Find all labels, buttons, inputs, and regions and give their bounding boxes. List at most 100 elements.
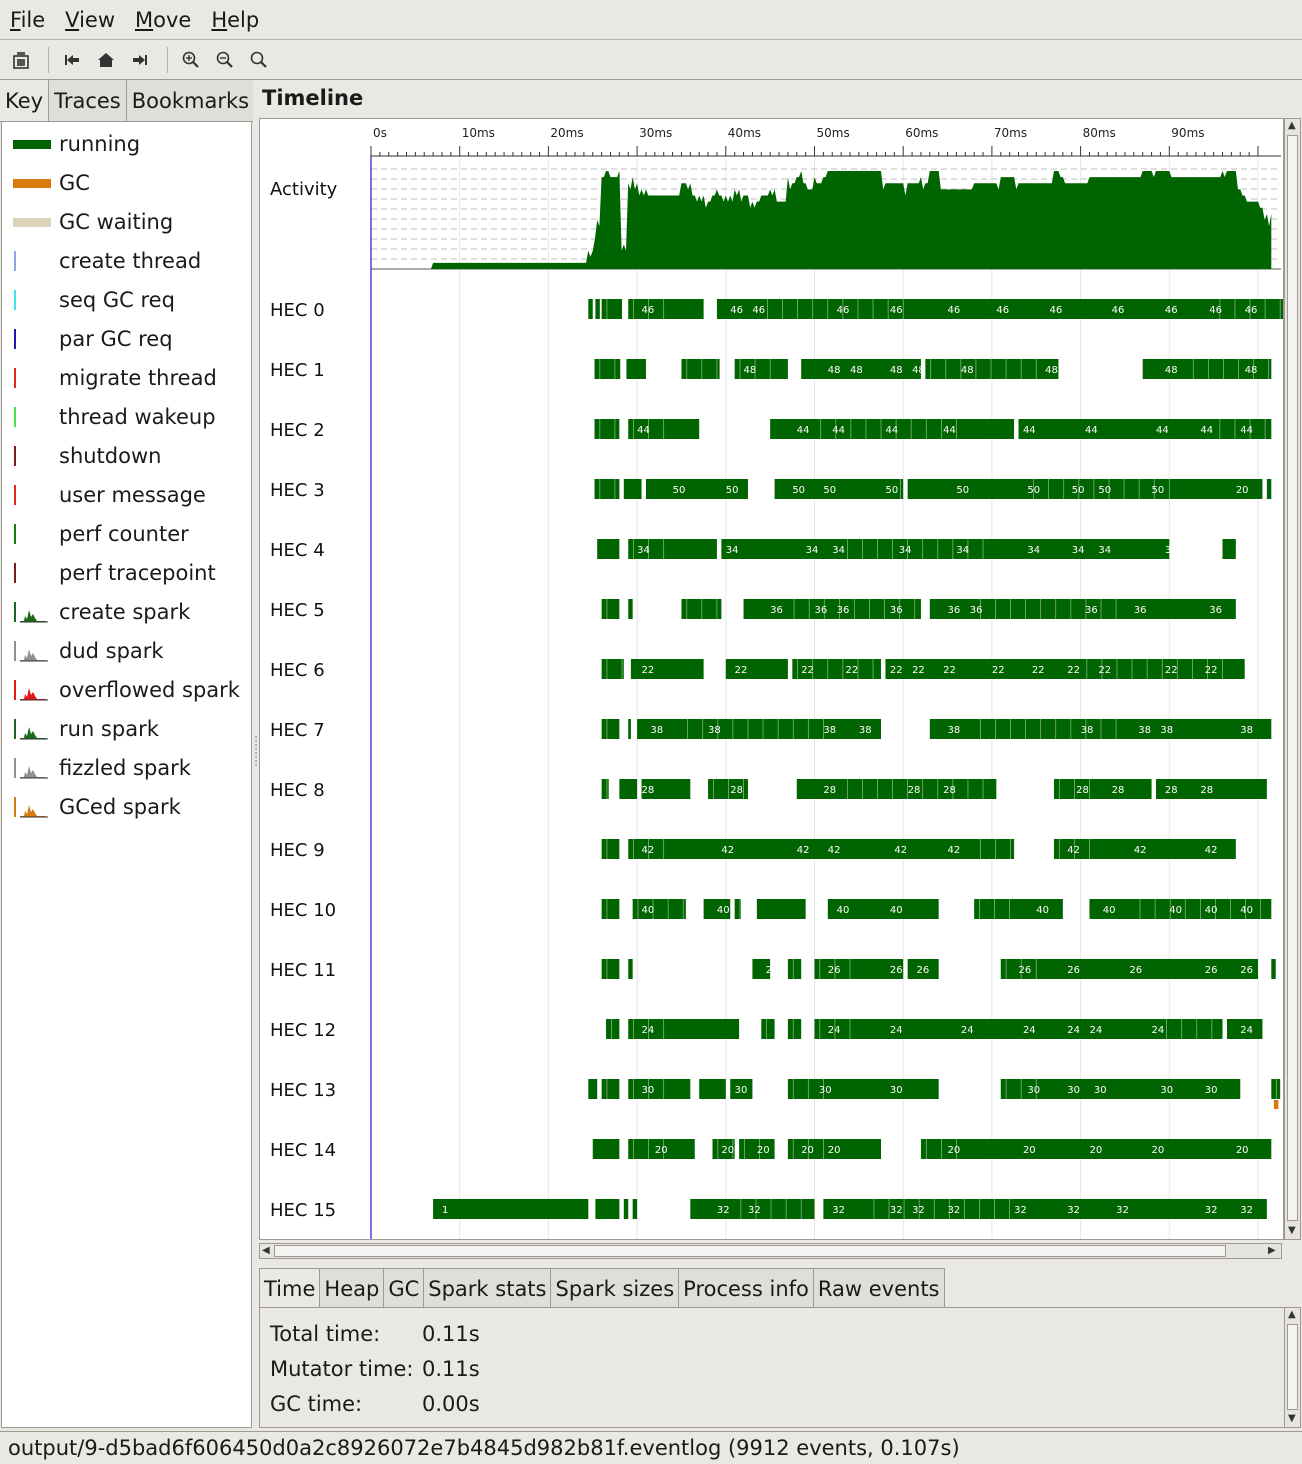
tab-heap[interactable]: Heap: [320, 1268, 385, 1308]
statusbar: output/9-d5bad6f606450d0a2c8926072e7b484…: [0, 1431, 1302, 1464]
running-bar: [632, 1199, 638, 1219]
thread-id-label: 20: [1089, 1145, 1102, 1156]
running-bar: [787, 1019, 802, 1039]
timeline-canvas[interactable]: 0s 10ms 20ms 30ms 40ms 50ms 60ms 70ms 80ms 90ms Ac…: [260, 119, 1283, 1239]
key-label: perf counter: [59, 521, 189, 546]
tick-label: 60ms: [905, 126, 938, 140]
thread-id-label: 40: [1240, 905, 1253, 916]
tab-process-info[interactable]: Process info: [679, 1268, 814, 1308]
thread-id-label: 26: [1205, 965, 1218, 976]
thread-id-label: 38: [708, 725, 721, 736]
thread-id-label: 32: [1067, 1205, 1080, 1216]
running-bar: [594, 359, 621, 379]
timeline-vscrollbar[interactable]: ▲ ▼: [1284, 118, 1301, 1240]
thread-id-label: 30: [1205, 1085, 1218, 1096]
timeline-view[interactable]: 0s 10ms 20ms 30ms 40ms 50ms 60ms 70ms 80ms 90ms Ac…: [259, 118, 1284, 1240]
menu-move[interactable]: Move: [125, 0, 201, 40]
tab-raw-events[interactable]: Raw events: [813, 1268, 945, 1308]
hec-label: HEC 8: [270, 780, 325, 801]
thread-id-label: 36: [770, 605, 783, 616]
key-item: thread wakeup: [2, 397, 252, 436]
tab-bookmarks[interactable]: Bookmarks: [126, 80, 256, 121]
scroll-down-icon[interactable]: ▼: [1288, 1225, 1296, 1237]
hec-label: HEC 15: [270, 1200, 336, 1221]
thread-id-label: 24: [1152, 1025, 1165, 1036]
timeline-hscrollbar[interactable]: ◀ ▶: [259, 1243, 1282, 1259]
scroll-up-icon[interactable]: ▲: [1288, 120, 1296, 132]
thread-id-label: 50: [673, 485, 686, 496]
thread-id-label: 22: [912, 665, 925, 676]
thread-id-label: 24: [961, 1025, 974, 1036]
running-bar: [601, 959, 620, 979]
scroll-left-icon[interactable]: ◀: [262, 1245, 270, 1257]
tick-label: 0s: [373, 126, 387, 140]
vscroll-thumb[interactable]: [1287, 135, 1298, 1221]
thread-id-label: 38: [1138, 725, 1151, 736]
thread-id-label: 28: [1112, 785, 1125, 796]
thread-id-label: 42: [721, 845, 734, 856]
thread-id-label: 44: [943, 425, 956, 436]
running-bar: [756, 899, 806, 919]
running-bar: [1053, 779, 1152, 799]
toolbar: [0, 40, 1302, 80]
home-icon[interactable]: [91, 45, 121, 75]
running-bar: [929, 719, 1272, 739]
menu-file[interactable]: File: [0, 0, 55, 40]
scroll-down-icon[interactable]: ▼: [1288, 1413, 1296, 1425]
thread-id-label: 36: [970, 605, 983, 616]
bottom-splitter[interactable]: [764, 1260, 800, 1273]
tab-gc[interactable]: GC: [384, 1268, 425, 1308]
running-bar: [588, 299, 593, 319]
tab-time[interactable]: Time: [259, 1268, 321, 1308]
scroll-up-icon[interactable]: ▲: [1288, 1309, 1296, 1321]
thread-id-label: 22: [846, 665, 859, 676]
thread-id-label: 34: [1072, 545, 1085, 556]
zoom-out-icon[interactable]: [210, 45, 240, 75]
thread-id-label: 22: [890, 665, 903, 676]
tab-key[interactable]: Key: [0, 80, 50, 121]
hscroll-thumb[interactable]: [274, 1245, 1226, 1257]
running-bar: [1018, 419, 1272, 439]
thread-id-label: 28: [1076, 785, 1089, 796]
key-label: seq GC req: [59, 287, 175, 312]
key-swatch-tick-icon: [14, 445, 16, 466]
thread-id-label: 46: [837, 305, 850, 316]
key-item: seq GC req: [2, 280, 252, 319]
jump-end-icon[interactable]: [125, 45, 155, 75]
key-item: GC: [2, 163, 252, 202]
thread-id-label: 20: [1023, 1145, 1036, 1156]
thread-id-label: 50: [792, 485, 805, 496]
key-item: create spark: [2, 592, 252, 631]
key-swatch-spark-icon: [14, 718, 48, 739]
thread-id-label: 20: [1236, 485, 1249, 496]
thread-id-label: 44: [885, 425, 898, 436]
menu-help[interactable]: Help: [201, 0, 269, 40]
thread-id-label: 40: [717, 905, 730, 916]
thread-id-label: 48: [961, 365, 974, 376]
stat-label: GC time:: [270, 1392, 363, 1416]
thread-id-label: 24: [642, 1025, 655, 1036]
thread-id-label: 44: [1085, 425, 1098, 436]
vscroll-thumb[interactable]: [1287, 1324, 1298, 1410]
menu-view[interactable]: View: [55, 0, 125, 40]
hec-label: HEC 10: [270, 900, 336, 921]
stats-vscrollbar[interactable]: ▲ ▼: [1284, 1307, 1301, 1428]
thread-id-label: 36: [1085, 605, 1098, 616]
thread-id-label: 44: [637, 425, 650, 436]
tab-traces[interactable]: Traces: [49, 80, 127, 121]
thread-id-label: 50: [823, 485, 836, 496]
stat-label: Total time:: [270, 1322, 381, 1346]
jump-start-icon[interactable]: [57, 45, 87, 75]
tab-spark-stats[interactable]: Spark stats: [424, 1268, 552, 1308]
thread-id-label: 30: [1027, 1085, 1040, 1096]
tab-spark-sizes[interactable]: Spark sizes: [551, 1268, 680, 1308]
scroll-right-icon[interactable]: ▶: [1268, 1245, 1276, 1257]
running-bar: [588, 1079, 598, 1099]
thread-id-label: 28: [908, 785, 921, 796]
key-swatch-spark-icon: [14, 796, 48, 817]
running-bar: [681, 599, 722, 619]
running-bar: [595, 1199, 620, 1219]
open-icon[interactable]: [6, 45, 36, 75]
zoom-in-icon[interactable]: [176, 45, 206, 75]
zoom-fit-icon[interactable]: [244, 45, 274, 75]
